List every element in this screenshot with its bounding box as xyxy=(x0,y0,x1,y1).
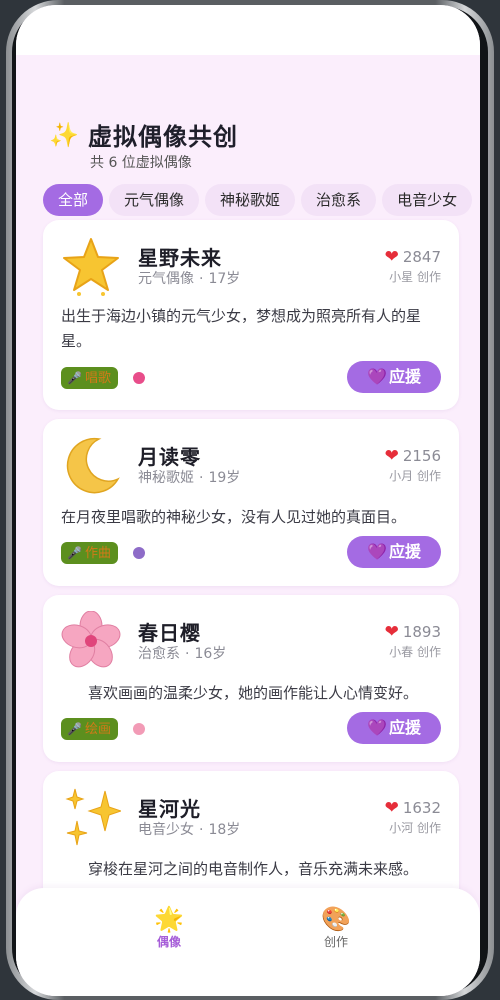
filter-chip-all[interactable]: 全部 xyxy=(43,184,104,216)
like-count: ❤ 2156 xyxy=(385,446,441,466)
app-screen: ✨ 虚拟偶像共创 共 6 位虚拟偶像 全部 元气偶像 神秘歌姬 治愈系 电音少女… xyxy=(16,5,480,996)
idol-name: 星河光 xyxy=(138,797,201,821)
idol-category: 电音少女 xyxy=(138,822,194,838)
idol-age: 19岁 xyxy=(208,470,241,486)
like-number: 2847 xyxy=(402,248,441,266)
microphone-icon: 🎤 xyxy=(67,722,82,736)
meta-separator: · xyxy=(185,646,190,662)
filter-chip-healing[interactable]: 治愈系 xyxy=(301,184,377,216)
cheer-button[interactable]: 💜 应援 xyxy=(347,712,441,744)
microphone-icon: 🎤 xyxy=(67,546,82,560)
creator-label: 小月 创作 xyxy=(389,469,441,483)
cheer-button[interactable]: 💜 应援 xyxy=(347,536,441,568)
creator-label: 小春 创作 xyxy=(389,645,441,659)
idol-meta: 电音少女 · 18岁 xyxy=(138,819,240,839)
like-count: ❤ 1893 xyxy=(385,622,441,642)
star-avatar-icon xyxy=(63,238,119,296)
purple-heart-icon: 💜 xyxy=(367,542,387,561)
skill-label: 作曲 xyxy=(84,546,111,561)
tab-create-label: 创作 xyxy=(323,935,348,949)
idol-description: 喜欢画画的温柔少女，她的画作能让人心情变好。 xyxy=(87,684,418,702)
meta-separator: · xyxy=(199,470,204,486)
crescent-moon-avatar-icon xyxy=(66,437,120,494)
heart-icon: ❤ xyxy=(384,446,399,466)
idol-name: 月读零 xyxy=(138,445,201,469)
meta-separator: · xyxy=(199,271,204,287)
heart-icon: ❤ xyxy=(384,247,399,267)
idol-category: 神秘歌姬 xyxy=(138,470,194,486)
theme-color-dot xyxy=(133,372,145,384)
cherry-blossom-avatar-icon xyxy=(61,611,121,668)
tab-idols-label: 偶像 xyxy=(156,935,181,949)
cheer-button[interactable]: 💜 应援 xyxy=(347,361,441,393)
heart-icon: ❤ xyxy=(384,798,399,818)
theme-color-dot xyxy=(133,547,145,559)
idol-name: 星野未来 xyxy=(138,246,222,270)
idol-category: 治愈系 xyxy=(138,646,180,662)
meta-separator: · xyxy=(199,822,204,838)
creator-label: 小星 创作 xyxy=(389,270,441,284)
heart-icon: ❤ xyxy=(384,622,399,642)
like-count: ❤ 1632 xyxy=(385,798,441,818)
theme-color-dot xyxy=(133,723,145,735)
status-bar xyxy=(16,5,480,55)
tab-create[interactable]: 🎨 创作 xyxy=(306,904,366,950)
like-number: 1893 xyxy=(402,623,441,641)
skill-tag: 🎤 作曲 xyxy=(61,542,118,564)
idol-count: 共 6 位虚拟偶像 xyxy=(90,155,192,171)
idol-description: 穿梭在星河之间的电音制作人，音乐充满未来感。 xyxy=(87,860,418,878)
idol-description: 出生于海边小镇的元气少女，梦想成为照亮所有人的星星。 xyxy=(61,307,422,350)
cheer-label: 应援 xyxy=(388,367,421,386)
skill-tag: 🎤 唱歌 xyxy=(61,367,118,389)
purple-heart-icon: 💜 xyxy=(367,367,387,386)
idol-age: 18岁 xyxy=(208,822,241,838)
like-count: ❤ 2847 xyxy=(385,247,441,267)
skill-label: 唱歌 xyxy=(84,371,111,386)
category-filter: 全部 元气偶像 神秘歌姬 治愈系 电音少女 xyxy=(43,184,473,216)
tab-idols[interactable]: 🌟 偶像 xyxy=(139,904,199,950)
creator-label: 小河 创作 xyxy=(389,821,441,835)
idol-meta: 治愈系 · 16岁 xyxy=(138,643,226,663)
idol-description: 在月夜里唱歌的神秘少女，没有人见过她的真面目。 xyxy=(61,508,407,526)
like-number: 2156 xyxy=(402,447,441,465)
idol-name: 春日樱 xyxy=(138,621,201,645)
idol-meta: 神秘歌姬 · 19岁 xyxy=(138,467,240,487)
idol-age: 16岁 xyxy=(194,646,227,662)
idol-meta: 元气偶像 · 17岁 xyxy=(138,268,240,288)
palette-icon: 🎨 xyxy=(321,905,351,933)
idol-category: 元气偶像 xyxy=(138,271,194,287)
sparkles-icon: ✨ xyxy=(49,121,79,149)
idol-card[interactable]: 月读零 神秘歌姬 · 19岁 ❤ 2156 小月 创作 在月夜里唱歌的神秘少女，没有人… xyxy=(43,419,459,586)
idol-card[interactable]: 星野未来 元气偶像 · 17岁 ❤ 2847 小星 创作 出生于海边小镇的元气少女，梦… xyxy=(43,220,459,410)
like-number: 1632 xyxy=(402,799,441,817)
bottom-tab-bar: 🌟 偶像 🎨 创作 xyxy=(16,888,480,996)
cheer-label: 应援 xyxy=(388,542,421,561)
filter-chip-genki[interactable]: 元气偶像 xyxy=(109,184,200,216)
idol-age: 17岁 xyxy=(208,271,241,287)
skill-tag: 🎤 绘画 xyxy=(61,718,118,740)
skill-label: 绘画 xyxy=(84,722,111,737)
glowing-star-icon: 🌟 xyxy=(154,905,184,933)
idol-card[interactable]: 春日樱 治愈系 · 16岁 ❤ 1893 小春 创作 喜欢画画的温柔少女，她的画作能让… xyxy=(43,595,459,762)
filter-chip-electro[interactable]: 电音少女 xyxy=(382,184,473,216)
cheer-label: 应援 xyxy=(388,718,421,737)
sparkles-avatar-icon xyxy=(65,788,121,846)
filter-chip-mystery[interactable]: 神秘歌姬 xyxy=(205,184,296,216)
purple-heart-icon: 💜 xyxy=(367,718,387,737)
microphone-icon: 🎤 xyxy=(67,371,82,385)
page-title: 虚拟偶像共创 xyxy=(88,123,238,151)
